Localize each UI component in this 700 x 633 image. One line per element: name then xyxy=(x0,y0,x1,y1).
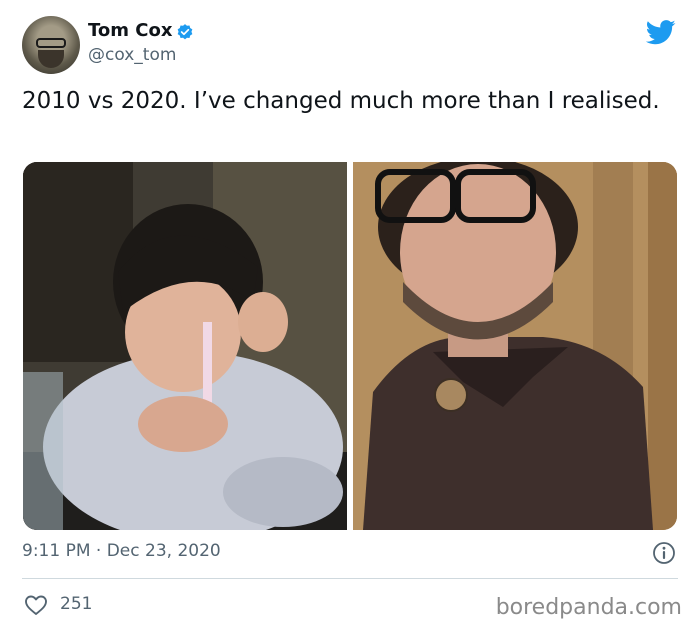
avatar[interactable] xyxy=(22,16,80,74)
tweet-timestamp[interactable]: 9:11 PM · Dec 23, 2020 xyxy=(22,541,221,561)
info-icon[interactable] xyxy=(652,541,676,565)
watermark: boredpanda.com xyxy=(495,595,682,620)
like-count[interactable]: 251 xyxy=(60,594,92,614)
photo-2010[interactable] xyxy=(23,162,347,530)
tweet-card: Tom Cox @cox_tom 2010 vs 2020. I’ve chan… xyxy=(0,0,700,633)
verified-badge-icon xyxy=(177,24,193,40)
author-name[interactable]: Tom Cox xyxy=(88,20,172,41)
timestamp-separator: · xyxy=(95,541,102,561)
avatar-beard xyxy=(38,50,64,68)
tweet-text: 2010 vs 2020. I’ve changed much more tha… xyxy=(22,88,660,114)
photo-2010-illustration xyxy=(23,162,347,530)
heart-icon[interactable] xyxy=(24,594,48,616)
twitter-bird-icon[interactable] xyxy=(646,20,676,45)
tweet-date[interactable]: Dec 23, 2020 xyxy=(107,541,221,561)
photo-2020-illustration xyxy=(353,162,677,530)
avatar-glasses xyxy=(36,38,66,48)
photo-2020[interactable] xyxy=(353,162,677,530)
author-handle[interactable]: @cox_tom xyxy=(88,45,176,65)
divider xyxy=(22,578,678,579)
tweet-time[interactable]: 9:11 PM xyxy=(22,541,91,561)
